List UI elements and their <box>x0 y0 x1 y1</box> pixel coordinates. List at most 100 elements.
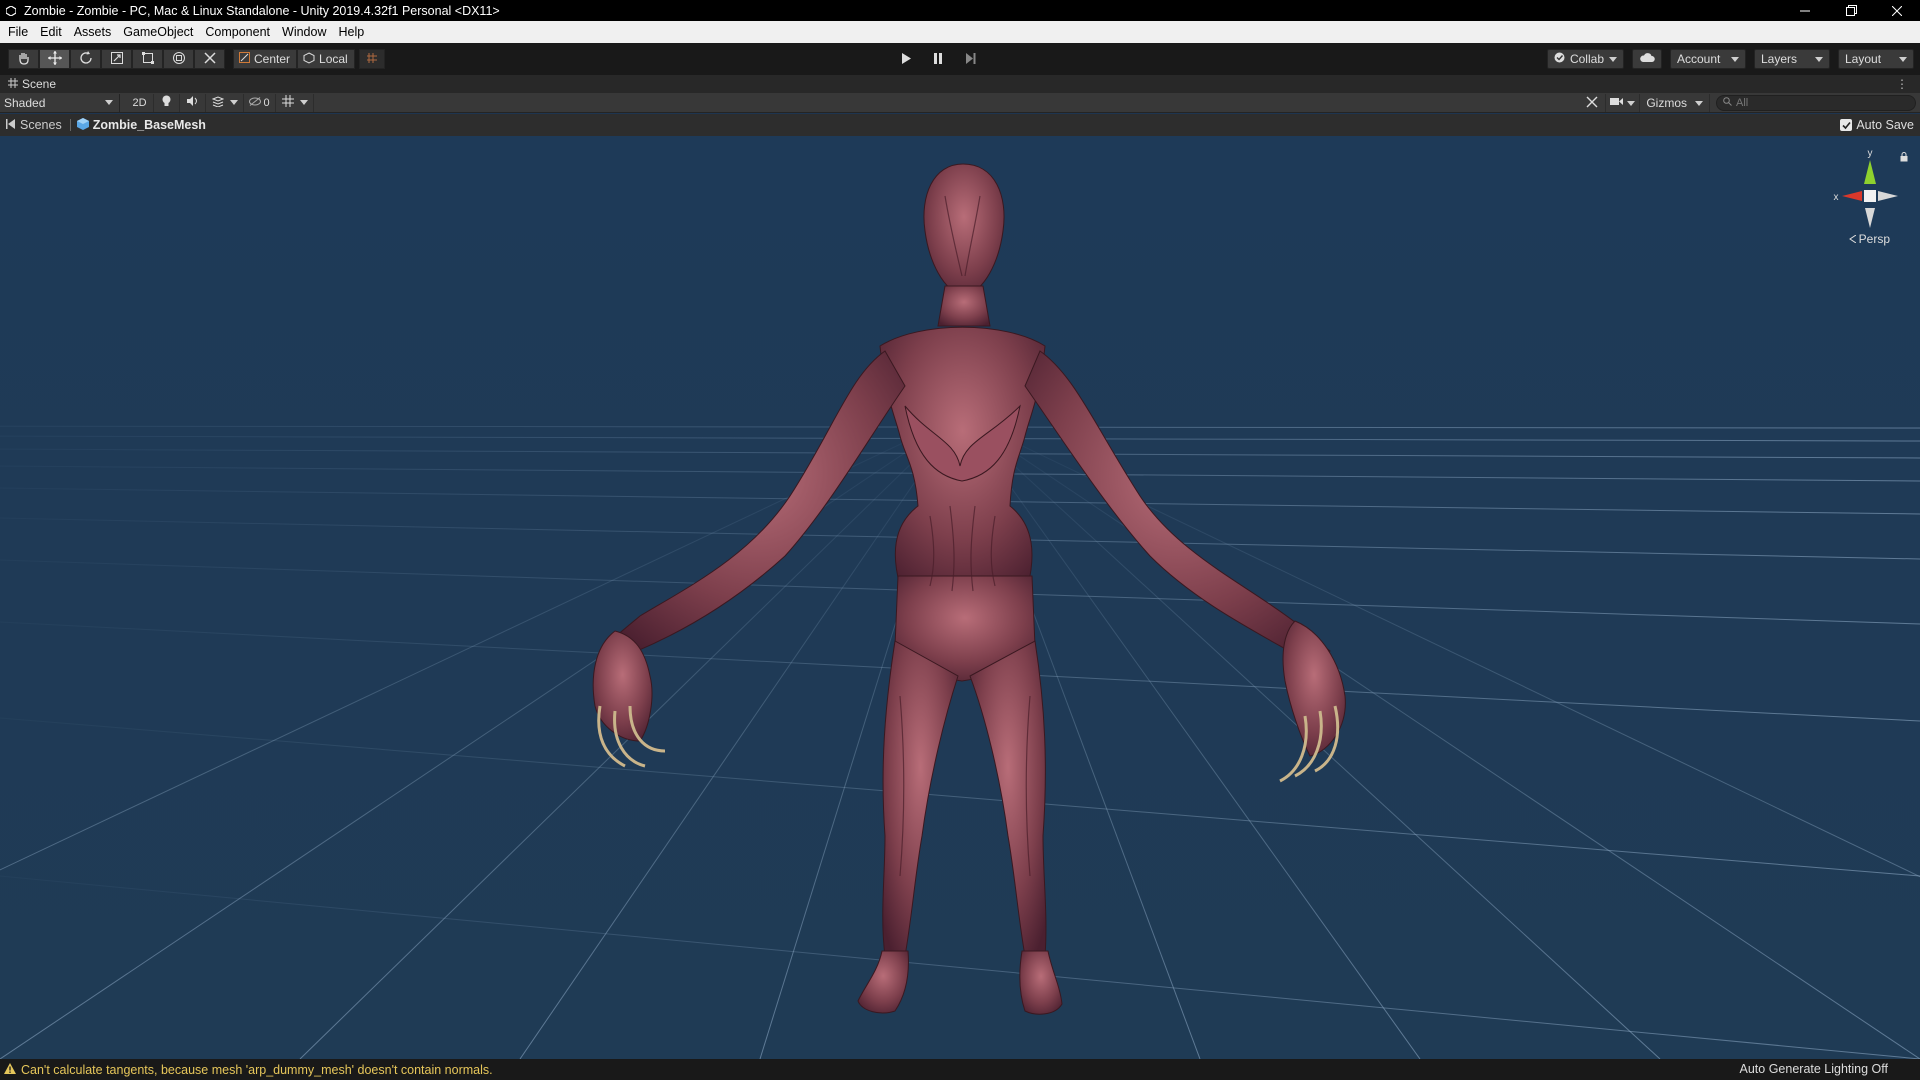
breadcrumb-scenes[interactable]: Scenes <box>0 118 62 132</box>
effects-icon <box>211 95 224 110</box>
space-label: Local <box>319 52 348 66</box>
rect-icon <box>141 51 155 68</box>
audio-toggle[interactable] <box>180 93 206 112</box>
scene-tools-button[interactable] <box>1578 94 1607 112</box>
pivot-center-toggle[interactable]: Center <box>233 49 298 69</box>
collab-label: Collab <box>1569 52 1604 66</box>
effects-dropdown[interactable] <box>206 93 244 112</box>
menu-file[interactable]: File <box>2 21 34 43</box>
collab-dropdown[interactable]: Collab <box>1546 49 1624 69</box>
gizmos-label: Gizmos <box>1646 96 1687 110</box>
scene-toolbar-right: Gizmos <box>1578 94 1710 112</box>
pause-button[interactable] <box>922 49 954 69</box>
grid-icon <box>281 95 294 110</box>
account-dropdown[interactable]: Account <box>1670 49 1746 69</box>
shading-mode-dropdown[interactable]: Shaded <box>0 93 120 112</box>
layout-dropdown[interactable]: Layout <box>1838 49 1914 69</box>
pivot-group: Center Local <box>233 49 385 69</box>
scene-viewport[interactable]: y x Persp <box>0 136 1920 1059</box>
tab-scene[interactable]: Scene <box>0 77 56 91</box>
check-icon <box>1554 52 1565 66</box>
chevron-down-icon <box>1899 56 1907 62</box>
play-icon <box>901 52 911 67</box>
gizmos-dropdown[interactable]: Gizmos <box>1640 94 1710 112</box>
pivot-label: Center <box>254 52 291 66</box>
chevron-down-icon <box>1731 56 1740 62</box>
window-controls <box>1782 0 1920 21</box>
layout-label: Layout <box>1845 52 1882 66</box>
lightbulb-icon <box>162 95 171 110</box>
menu-assets[interactable]: Assets <box>68 21 118 43</box>
snap-toggle[interactable] <box>358 49 385 69</box>
eye-slash-icon <box>249 96 262 109</box>
scene-search-input[interactable]: All <box>1716 95 1916 111</box>
breadcrumb-current-label: Zombie_BaseMesh <box>92 118 206 132</box>
lighting-toggle[interactable] <box>154 93 180 112</box>
auto-save-toggle[interactable]: Auto Save <box>1840 118 1914 132</box>
claws <box>597 705 1340 783</box>
more-options-icon[interactable]: ⋮ <box>1896 77 1908 91</box>
window-title: Zombie - Zombie - PC, Mac & Linux Standa… <box>24 3 500 18</box>
projection-toggle[interactable]: Persp <box>1848 232 1890 246</box>
grid-snap-icon <box>366 52 378 67</box>
menu-edit[interactable]: Edit <box>34 21 68 43</box>
scene-tab-label: Scene <box>22 77 57 91</box>
cloud-button[interactable] <box>1632 49 1662 69</box>
hidden-objects-toggle[interactable]: 0 <box>244 93 276 112</box>
lock-icon[interactable] <box>1900 150 1908 165</box>
step-button[interactable] <box>954 49 986 69</box>
search-icon <box>1723 97 1732 109</box>
restore-button[interactable] <box>1828 0 1874 21</box>
chevron-down-icon <box>299 100 308 105</box>
play-button[interactable] <box>890 49 922 69</box>
rect-tool-button[interactable] <box>132 49 163 69</box>
menu-window[interactable]: Window <box>276 21 332 43</box>
menu-help[interactable]: Help <box>332 21 370 43</box>
scene-toolbar: Shaded 2D 0 Gizmos All <box>0 93 1920 113</box>
tools-icon <box>1586 96 1598 111</box>
move-tool-button[interactable] <box>39 49 70 69</box>
grid-dropdown[interactable] <box>276 93 314 112</box>
gizmo-y-label: y <box>1868 148 1873 159</box>
scene-tab-bar: Scene ⋮ <box>0 75 1920 93</box>
toolbar-right: Collab Account Layers Layout <box>1546 49 1914 69</box>
back-arrow-icon <box>6 118 16 132</box>
menu-gameobject[interactable]: GameObject <box>117 21 199 43</box>
camera-dropdown[interactable] <box>1606 94 1641 112</box>
minimize-button[interactable] <box>1782 0 1828 21</box>
hand-tool-button[interactable] <box>8 49 39 69</box>
orientation-gizmo[interactable]: y x <box>1822 146 1902 246</box>
transform-icon <box>172 51 186 68</box>
chevron-down-icon <box>1695 100 1703 106</box>
menu-component[interactable]: Component <box>199 21 276 43</box>
title-bar: Zombie - Zombie - PC, Mac & Linux Standa… <box>0 0 1920 21</box>
transform-tools <box>8 49 225 69</box>
unity-logo-icon <box>4 4 18 18</box>
auto-save-checkbox[interactable] <box>1840 119 1853 131</box>
rotate-tool-button[interactable] <box>70 49 101 69</box>
breadcrumb-divider <box>69 119 71 131</box>
projection-label: Persp <box>1858 232 1890 246</box>
warning-icon <box>4 1062 16 1077</box>
pivot-icon <box>239 52 250 66</box>
layers-dropdown[interactable]: Layers <box>1754 49 1830 69</box>
breadcrumb-root-label: Scenes <box>20 118 62 132</box>
close-button[interactable] <box>1874 0 1920 21</box>
chevron-down-icon <box>229 100 238 105</box>
local-space-icon <box>303 51 315 67</box>
pivot-space-toggle[interactable]: Local <box>297 49 355 69</box>
2d-toggle[interactable]: 2D <box>126 93 154 112</box>
cloud-icon <box>1639 52 1655 66</box>
pause-icon <box>933 52 943 67</box>
custom-tool-button[interactable] <box>194 49 225 69</box>
zombie-character-mesh <box>592 163 1346 1015</box>
breadcrumb-prefab[interactable]: Zombie_BaseMesh <box>76 117 206 133</box>
scene-grid-icon <box>8 77 18 91</box>
transform-tool-button[interactable] <box>163 49 194 69</box>
lighting-status[interactable]: Auto Generate Lighting Off <box>1740 1062 1888 1076</box>
play-controls <box>890 49 986 69</box>
step-icon <box>965 52 976 67</box>
speaker-icon <box>186 96 199 109</box>
scale-tool-button[interactable] <box>101 49 132 69</box>
console-warning[interactable]: Can't calculate tangents, because mesh '… <box>0 1062 493 1077</box>
